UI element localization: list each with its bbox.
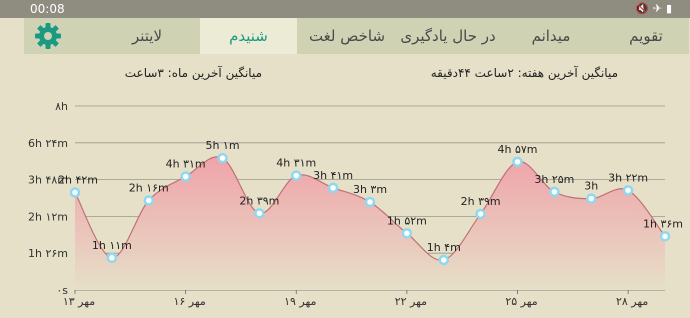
data-point (364, 196, 376, 208)
data-label: 3h ۴۱m (313, 169, 353, 182)
data-label: 2h ۱۶m (129, 181, 169, 194)
x-tick-label: ۱۹ مهر (284, 295, 316, 308)
data-label: 2h ۴۲m (58, 173, 98, 186)
data-label: 4h ۵۷m (498, 143, 538, 156)
x-tick-label: ۱۶ مهر (173, 295, 205, 308)
data-point (217, 152, 228, 164)
data-point (327, 182, 339, 194)
data-label: 4h ۳۱m (166, 158, 206, 171)
data-label: 1h ۴m (427, 241, 461, 254)
data-label: 3h ۳m (353, 183, 387, 196)
x-tick-label: ۲۲ مهر (395, 295, 427, 308)
y-tick-label: 6h ۲۴m (28, 137, 68, 150)
data-label: 2h ۳۹m (461, 195, 501, 208)
data-point (475, 208, 486, 220)
data-label: 1h ۱۱m (92, 239, 132, 252)
data-point (106, 252, 118, 264)
data-label: 5h ۱m (205, 139, 239, 152)
data-label: 3h (584, 180, 598, 193)
y-tick-label: ۸h (55, 100, 68, 113)
data-point (254, 208, 265, 219)
x-tick-label: ۲۸ مهر (616, 295, 648, 308)
data-point (143, 195, 154, 206)
data-label: 3h ۲۵m (534, 173, 574, 186)
data-label: 4h ۳۱m (276, 157, 316, 170)
y-tick-label: 2h ۱۲m (28, 210, 68, 223)
data-point (401, 228, 413, 239)
data-point (549, 186, 560, 198)
y-tick-label: 1h ۲۶m (28, 247, 68, 260)
series-area (75, 156, 665, 290)
listening-time-chart: ۰s1h ۲۶m2h ۱۲m3h ۴۸m6h ۲۴m۸h۱۳ مهر ۱۶ مهر… (28, 100, 683, 308)
data-point (586, 193, 597, 204)
data-label: 3h ۲۲m (608, 171, 648, 184)
data-point (69, 187, 81, 198)
data-label: 1h ۳۶m (643, 217, 683, 230)
data-label: 1h ۵۲m (387, 214, 427, 227)
data-point (512, 156, 523, 168)
data-point (622, 185, 634, 196)
data-point (180, 171, 191, 182)
data-point (659, 231, 671, 242)
data-point (291, 170, 302, 181)
x-tick-label: ۱۳ مهر (63, 295, 95, 308)
data-point (438, 254, 449, 266)
x-tick-label: ۲۵ مهر (505, 295, 537, 308)
data-label: 2h ۳۹m (239, 194, 279, 207)
